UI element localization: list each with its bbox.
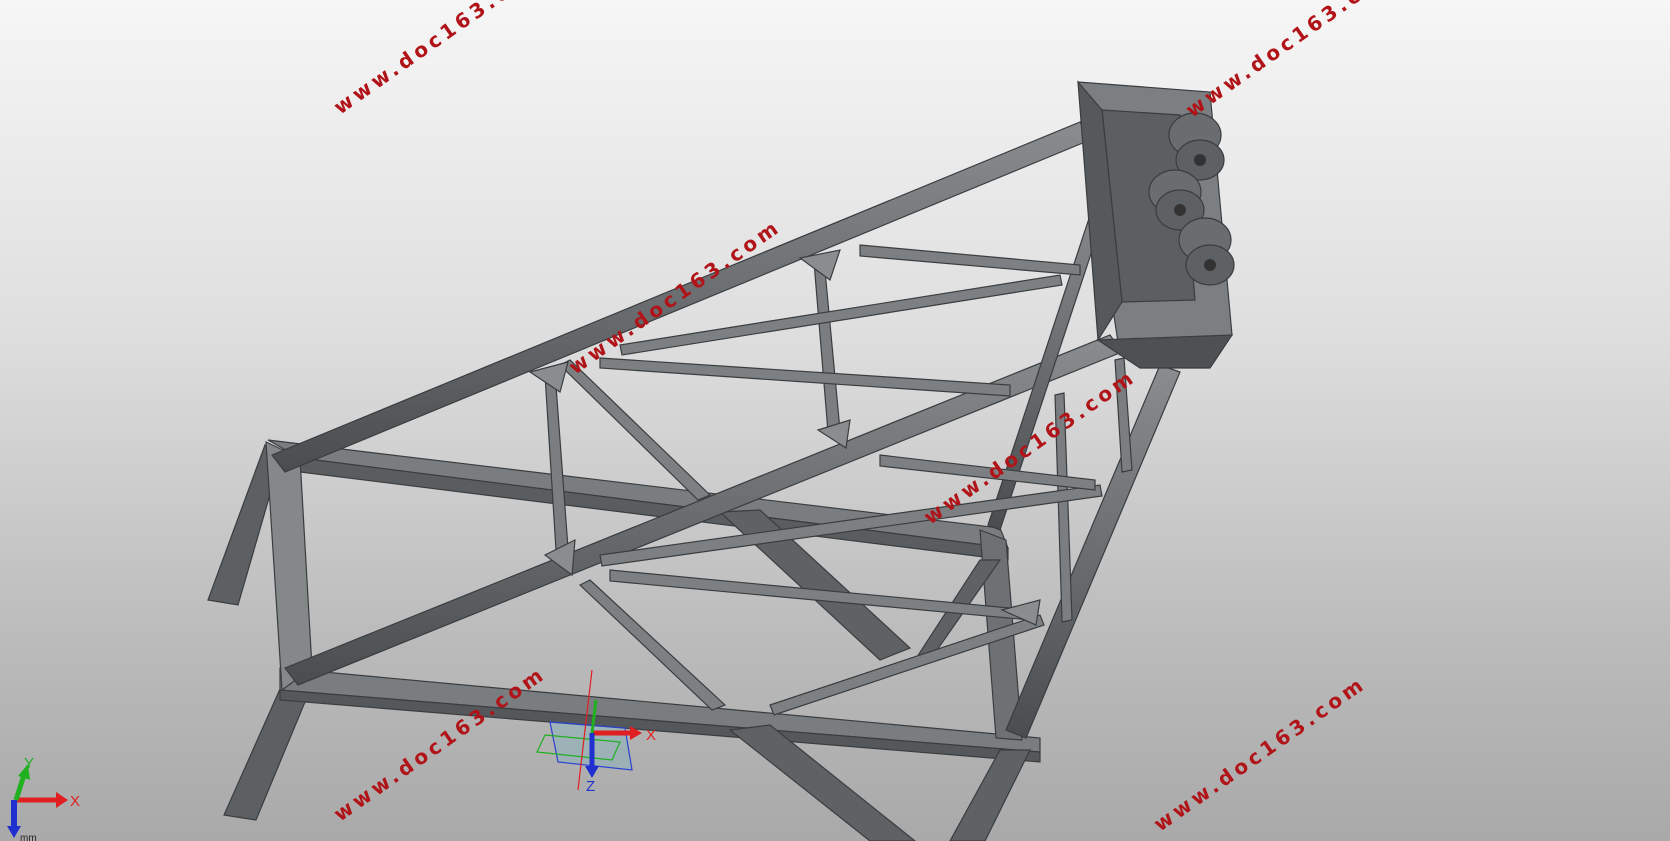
watermark-3: www.doc163.com: [564, 214, 785, 379]
origin-triad-icon[interactable]: X Z: [536, 669, 656, 795]
brace-4: [599, 357, 1011, 397]
truss-frame-model[interactable]: [207, 80, 1235, 841]
view-y-label: Y: [24, 755, 34, 772]
model-canvas[interactable]: X Z X Y mm www.doc163.com www.doc163.com…: [0, 0, 1670, 841]
watermark-2: www.doc163.com: [1181, 0, 1402, 122]
lower-right-leg: [949, 749, 1031, 841]
vertical-strut-2: [813, 259, 841, 433]
origin-x-label: X: [646, 727, 656, 744]
brace-5: [859, 244, 1081, 276]
vertical-strut-1: [544, 371, 569, 551]
base-frame-back-beam-face: [299, 457, 1009, 561]
base-frame-left-post: [265, 441, 313, 692]
base-frame-front-beam: [279, 667, 1041, 753]
watermark-1: www.doc163.com: [329, 0, 550, 119]
view-orientation-triad-icon[interactable]: X Y mm: [7, 755, 80, 841]
view-x-label: X: [70, 793, 80, 810]
view-units-label: mm: [20, 833, 37, 841]
origin-z-label: Z: [586, 778, 595, 795]
base-frame-front-beam-face: [279, 689, 1041, 763]
watermark-6: www.doc163.com: [1149, 671, 1370, 836]
cad-3d-viewport[interactable]: X Z X Y mm www.doc163.com www.doc163.com…: [0, 0, 1670, 841]
watermarks: www.doc163.com www.doc163.com www.doc163…: [329, 0, 1402, 836]
brace-2: [578, 579, 727, 711]
